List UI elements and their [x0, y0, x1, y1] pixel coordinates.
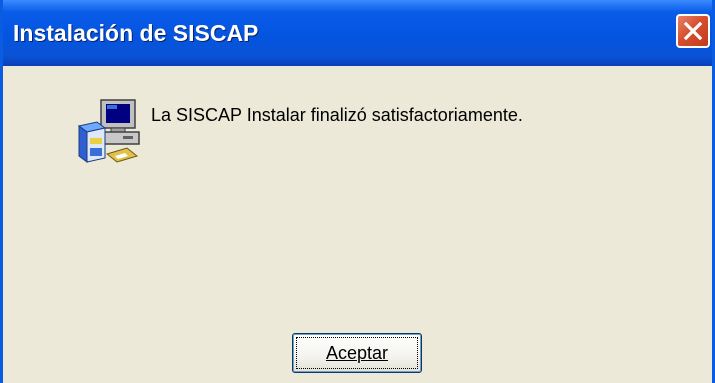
dialog-window: Instalación de SISCAP La SISCAP Instalar…	[0, 0, 715, 383]
setup-computer-icon	[77, 99, 140, 163]
ok-button-label: Aceptar	[325, 342, 389, 363]
window-title: Instalación de SISCAP	[13, 20, 259, 46]
ok-button[interactable]: Aceptar	[292, 333, 422, 373]
close-button[interactable]	[676, 14, 710, 48]
close-icon	[683, 21, 703, 41]
message-text: La SISCAP Instalar finalizó satisfactori…	[151, 105, 523, 125]
focus-rectangle: Aceptar	[296, 337, 418, 369]
dialog-body: La SISCAP Instalar finalizó satisfactori…	[3, 66, 712, 383]
title-bar[interactable]: Instalación de SISCAP	[3, 0, 712, 66]
